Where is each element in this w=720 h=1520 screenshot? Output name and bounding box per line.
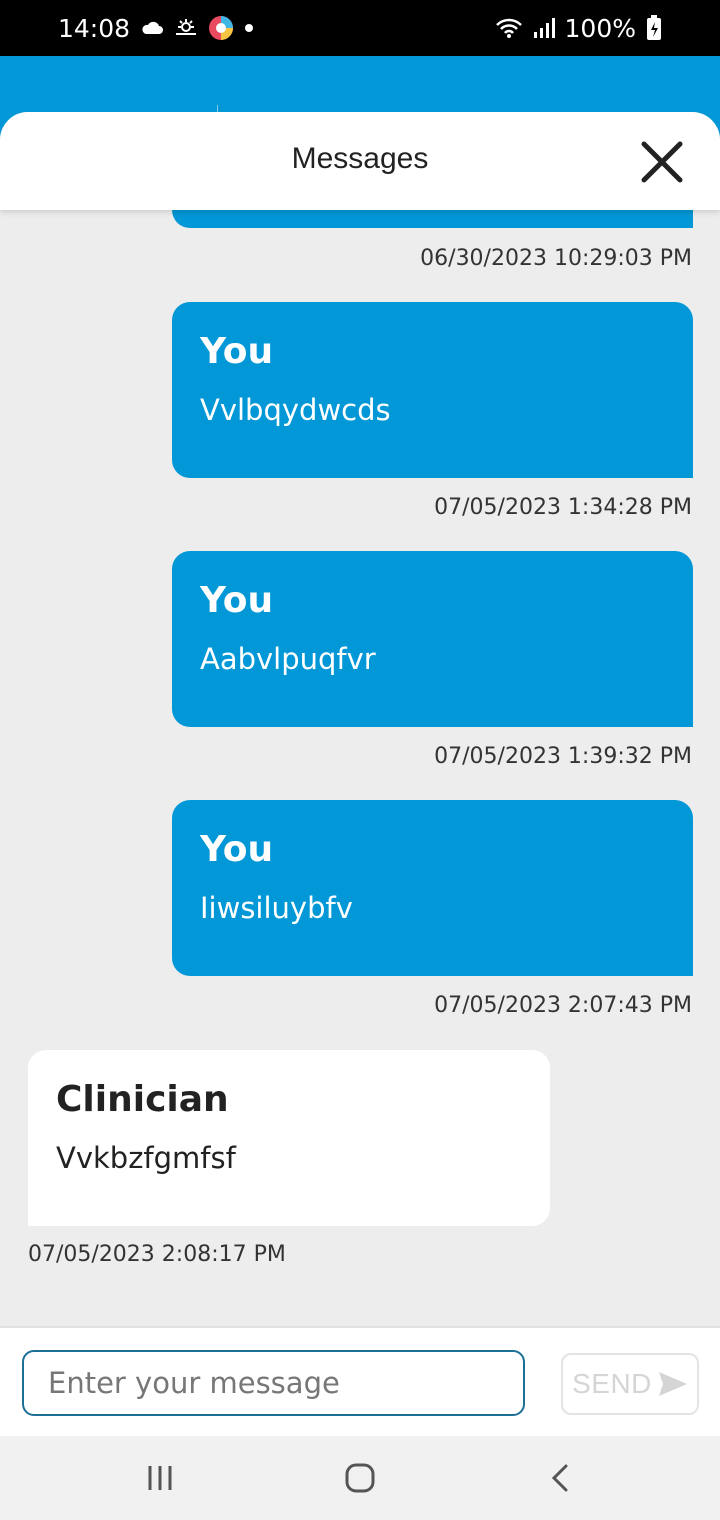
message-text: Iiwsiluybfv bbox=[200, 891, 353, 925]
send-label: SEND bbox=[572, 1368, 652, 1399]
messages-sheet: 06/30/2023 10:29:03 PM You Vvlbqydwcds 0… bbox=[0, 112, 720, 1436]
home-button[interactable] bbox=[320, 1448, 400, 1508]
message-timestamp: 07/05/2023 1:34:28 PM bbox=[434, 495, 692, 520]
message-bubble-outgoing: You Aabvlpuqfvr bbox=[172, 551, 693, 727]
message-text: Vvlbqydwcds bbox=[200, 393, 391, 427]
message-bubble-outgoing: You Iiwsiluybfv bbox=[172, 800, 693, 976]
cloud-icon bbox=[140, 20, 164, 36]
home-icon bbox=[345, 1463, 375, 1493]
send-button[interactable]: SEND bbox=[561, 1353, 699, 1415]
wifi-icon bbox=[495, 17, 523, 39]
message-timestamp: 07/05/2023 2:07:43 PM bbox=[434, 993, 692, 1018]
message-timestamp: 06/30/2023 10:29:03 PM bbox=[420, 246, 692, 271]
message-sender: You bbox=[200, 829, 274, 870]
message-list[interactable]: 06/30/2023 10:29:03 PM You Vvlbqydwcds 0… bbox=[0, 112, 720, 1326]
message-timestamp: 07/05/2023 1:39:32 PM bbox=[434, 744, 692, 769]
close-button[interactable] bbox=[636, 136, 688, 188]
recent-apps-button[interactable] bbox=[120, 1448, 200, 1508]
battery-percent: 100% bbox=[564, 13, 636, 43]
recent-apps-icon bbox=[148, 1466, 172, 1490]
page-title: Messages bbox=[291, 142, 429, 175]
message-text: Aabvlpuqfvr bbox=[200, 642, 376, 676]
dot-icon bbox=[244, 23, 254, 33]
signal-icon bbox=[533, 17, 555, 39]
message-timestamp: 07/05/2023 2:08:17 PM bbox=[28, 1242, 286, 1267]
status-left: 14:08 bbox=[58, 14, 254, 43]
message-sender: You bbox=[200, 331, 274, 372]
message-input[interactable] bbox=[22, 1350, 525, 1416]
weather-icon bbox=[174, 18, 198, 38]
message-bubble-incoming: Clinician Vvkbzfgmfsf bbox=[28, 1050, 550, 1226]
battery-icon bbox=[646, 15, 662, 41]
status-time: 14:08 bbox=[58, 13, 131, 43]
message-bubble-outgoing: You Vvlbqydwcds bbox=[172, 302, 693, 478]
status-bar: 14:08 100% bbox=[0, 0, 720, 56]
app-icon bbox=[208, 15, 234, 41]
message-composer: SEND bbox=[0, 1326, 720, 1436]
send-icon bbox=[658, 1372, 687, 1396]
status-right: 100% bbox=[495, 14, 662, 43]
system-nav-bar bbox=[0, 1436, 720, 1520]
close-icon bbox=[641, 141, 683, 183]
back-button[interactable] bbox=[520, 1448, 600, 1508]
message-sender: Clinician bbox=[56, 1079, 229, 1120]
sheet-header: Messages bbox=[0, 112, 720, 210]
message-text: Vvkbzfgmfsf bbox=[56, 1141, 236, 1175]
message-sender: You bbox=[200, 580, 274, 621]
back-icon bbox=[551, 1464, 568, 1492]
